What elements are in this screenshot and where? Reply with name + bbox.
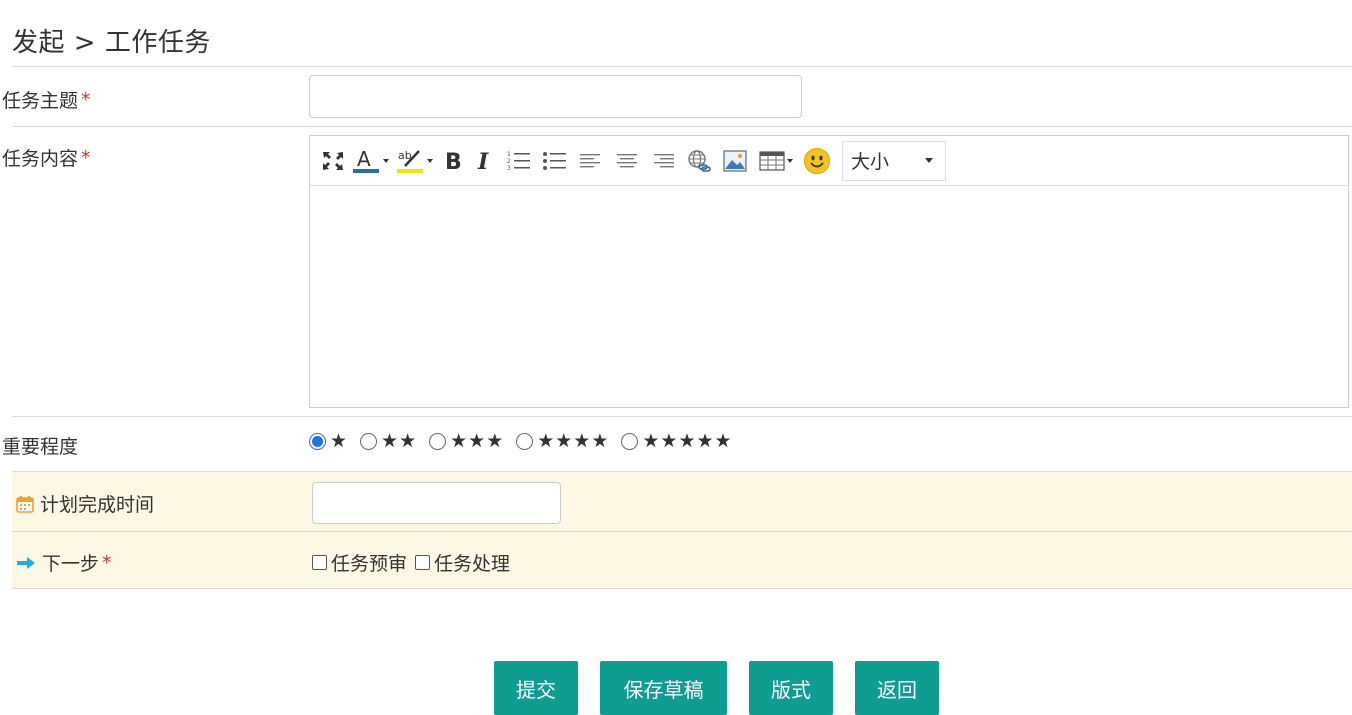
divider: [12, 531, 1352, 532]
svg-text:2: 2: [507, 158, 511, 165]
plan-time-input[interactable]: [312, 482, 561, 524]
rich-text-editor: A ab B I 123 大小: [309, 135, 1349, 408]
divider: [12, 471, 1352, 472]
importance-radio-4[interactable]: [516, 432, 534, 450]
checkbox-label: 任务预审: [331, 553, 408, 575]
align-right-icon[interactable]: [648, 146, 678, 176]
importance-option-label: ★: [330, 430, 349, 452]
svg-text:I: I: [477, 149, 489, 173]
page-title: 发起 > 工作任务: [12, 28, 211, 58]
divider: [12, 126, 1352, 127]
chevron-down-icon: [383, 158, 389, 163]
chevron-down-icon: [427, 158, 433, 163]
font-color-icon[interactable]: A: [352, 146, 390, 176]
fullscreen-icon[interactable]: [320, 146, 346, 176]
unordered-list-icon[interactable]: [540, 146, 570, 176]
importance-option-label: ★★★: [450, 430, 505, 452]
editor-toolbar: A ab B I 123 大小: [310, 136, 1348, 186]
font-size-label: 大小: [851, 151, 890, 173]
chevron-down-icon: [787, 158, 793, 163]
next-step-checkbox-process[interactable]: [415, 555, 431, 570]
svg-text:3: 3: [507, 165, 511, 172]
plan-time-label: 计划完成时间: [16, 490, 154, 517]
editor-body[interactable]: [310, 186, 1348, 406]
next-step-row: [12, 532, 1352, 588]
bold-icon[interactable]: B: [440, 146, 466, 176]
next-step-checkbox-review[interactable]: [312, 555, 327, 570]
ordered-list-icon[interactable]: 123: [504, 146, 534, 176]
importance-radio-5[interactable]: [621, 432, 639, 450]
plan-time-row: [12, 472, 1352, 531]
format-button[interactable]: 版式: [749, 661, 833, 715]
importance-radio-2[interactable]: [360, 432, 378, 450]
svg-text:A: A: [357, 148, 371, 171]
link-icon[interactable]: [684, 146, 714, 176]
divider: [12, 588, 1352, 589]
table-icon[interactable]: [756, 146, 796, 176]
importance-option-label: ★★★★★: [642, 430, 733, 452]
content-label: 任务内容 *: [2, 146, 91, 171]
back-button[interactable]: 返回: [855, 661, 939, 715]
image-icon[interactable]: [720, 146, 750, 176]
importance-radio-3[interactable]: [429, 432, 447, 450]
divider: [12, 66, 1352, 67]
divider: [12, 416, 1352, 417]
font-size-select[interactable]: 大小: [842, 140, 947, 181]
svg-text:1: 1: [507, 151, 511, 158]
importance-option-label: ★★★★: [537, 430, 610, 452]
highlight-icon[interactable]: ab: [396, 146, 434, 176]
arrow-right-icon: [16, 556, 36, 570]
submit-button[interactable]: 提交: [494, 661, 578, 715]
save-draft-button[interactable]: 保存草稿: [600, 661, 727, 715]
importance-label: 重要程度: [2, 436, 79, 458]
subject-label: 任务主题 *: [2, 88, 91, 113]
importance-option-label: ★★: [381, 430, 418, 452]
italic-icon[interactable]: I: [472, 146, 498, 176]
subject-input[interactable]: [309, 75, 802, 118]
emoji-icon[interactable]: [802, 146, 832, 176]
next-step-checkbox-group: 任务预审 任务处理: [312, 549, 518, 576]
importance-radio-group: ★ ★★ ★★★ ★★★★ ★★★★★: [309, 430, 745, 452]
importance-radio-1[interactable]: [309, 432, 326, 450]
calendar-icon: [16, 495, 34, 513]
chevron-down-icon: [925, 158, 934, 163]
align-center-icon[interactable]: [612, 146, 642, 176]
next-step-label: 下一步 *: [16, 549, 112, 576]
checkbox-label: 任务处理: [434, 553, 511, 575]
align-left-icon[interactable]: [576, 146, 606, 176]
svg-text:B: B: [445, 150, 462, 173]
